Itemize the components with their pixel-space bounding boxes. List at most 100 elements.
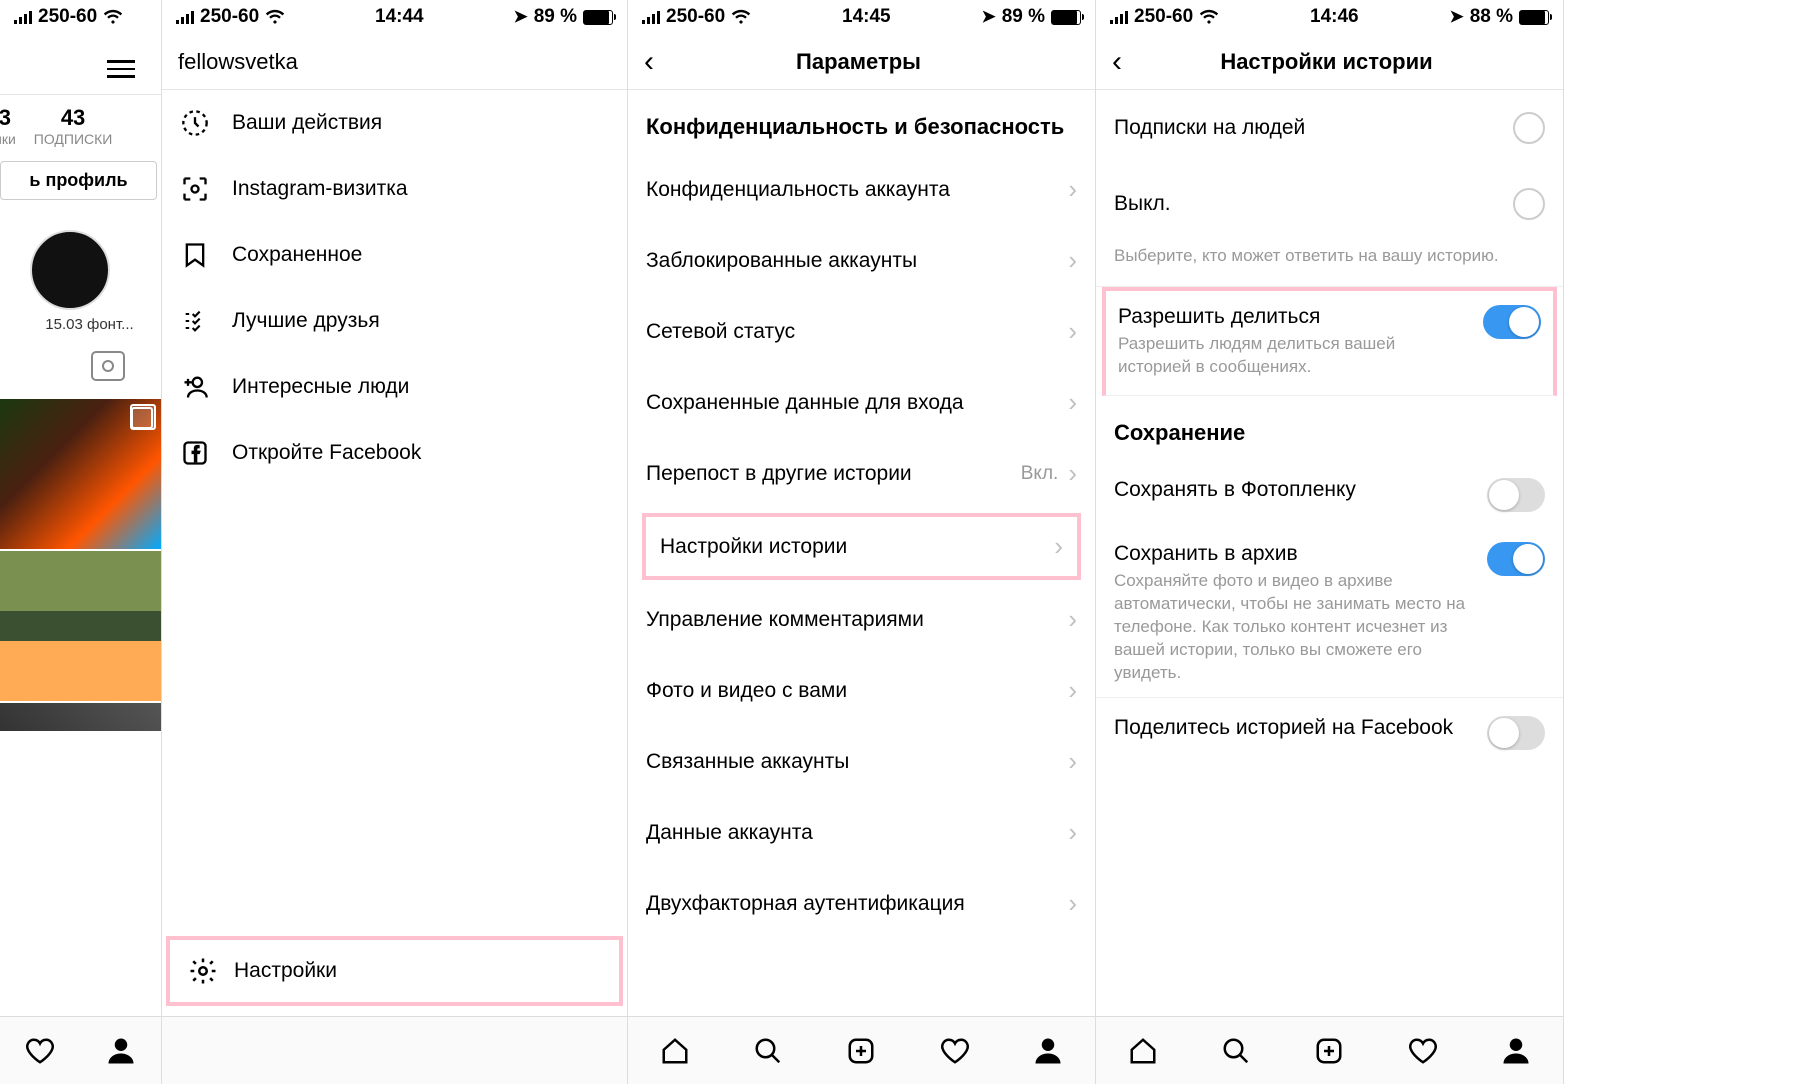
back-button[interactable]: ‹ — [644, 45, 654, 79]
menu-item-activity[interactable]: Ваши действия — [162, 90, 627, 156]
profile-screen-partial: 250-60 3ики 43ПОДПИСКИ ь профиль 15.03 ф… — [0, 0, 162, 1084]
setting-row-activity-status[interactable]: Сетевой статус› — [628, 296, 1095, 367]
wifi-icon — [265, 7, 285, 27]
menu-item-saved[interactable]: Сохраненное — [162, 222, 627, 288]
location-icon: ➤ — [513, 7, 527, 27]
back-button[interactable]: ‹ — [1112, 45, 1122, 79]
story-settings-screen: 250-60 14:46 ➤ 88 % ‹ Настройки истории … — [1096, 0, 1564, 1084]
save-to-camera-roll-row[interactable]: Сохранять в Фотопленку — [1096, 460, 1563, 524]
setting-row-account-data[interactable]: Данные аккаунта› — [628, 797, 1095, 868]
status-bar: 250-60 14:45 ➤ 89 % — [628, 0, 1095, 34]
chevron-right-icon: › — [1068, 245, 1077, 276]
profile-stats: 3ики 43ПОДПИСКИ — [0, 95, 161, 153]
hamburger-icon[interactable] — [91, 44, 151, 94]
wifi-icon — [731, 7, 751, 27]
right-edge-partial — [1564, 0, 1814, 1084]
wifi-icon — [103, 7, 123, 27]
signal-icon — [642, 10, 660, 24]
hint-text: Выберите, кто может ответить на вашу ист… — [1096, 242, 1563, 287]
setting-row-comments[interactable]: Управление комментариями› — [628, 584, 1095, 655]
menu-item-discover-people[interactable]: Интересные люди — [162, 354, 627, 420]
signal-icon — [176, 10, 194, 24]
settings-button[interactable]: Настройки — [166, 936, 623, 1006]
setting-row-blocked[interactable]: Заблокированные аккаунты› — [628, 225, 1095, 296]
share-to-facebook-row[interactable]: Поделитесь историей на Facebook — [1096, 698, 1563, 762]
home-tab-icon[interactable] — [659, 1035, 691, 1067]
chevron-right-icon: › — [1068, 174, 1077, 205]
story-highlight[interactable] — [30, 230, 110, 310]
gear-icon — [188, 956, 218, 986]
setting-row-photos-of-you[interactable]: Фото и видео с вами› — [628, 655, 1095, 726]
search-tab-icon[interactable] — [1220, 1035, 1252, 1067]
activity-tab-icon[interactable] — [24, 1035, 56, 1067]
setting-row-2fa[interactable]: Двухфакторная аутентификация› — [628, 868, 1095, 939]
save-archive-toggle[interactable] — [1487, 542, 1545, 576]
signal-icon — [14, 10, 32, 24]
battery-icon — [583, 10, 613, 25]
nav-header: fellowsvetka — [162, 34, 627, 90]
radio-row-off[interactable]: Выкл. — [1096, 166, 1563, 242]
chevron-right-icon: › — [1068, 817, 1077, 848]
location-icon: ➤ — [981, 7, 995, 27]
battery-icon — [1051, 10, 1081, 25]
carousel-icon — [131, 407, 153, 429]
allow-sharing-row[interactable]: Разрешить делиться Разрешить людям делит… — [1102, 287, 1557, 396]
radio-icon — [1513, 188, 1545, 220]
chevron-right-icon: › — [1068, 746, 1077, 777]
add-tab-icon[interactable] — [845, 1035, 877, 1067]
status-bar: 250-60 14:46 ➤ 88 % — [1096, 0, 1563, 34]
facebook-icon — [180, 438, 210, 468]
save-to-archive-row[interactable]: Сохранить в архив Сохраняйте фото и виде… — [1096, 524, 1563, 698]
location-icon: ➤ — [1449, 7, 1463, 27]
setting-row-reshare[interactable]: Перепост в другие историиВкл.› — [628, 438, 1095, 509]
tab-bar — [162, 1016, 627, 1084]
status-time: 14:46 — [1310, 6, 1359, 28]
chevron-right-icon: › — [1068, 888, 1077, 919]
post-thumbnail[interactable] — [0, 551, 161, 703]
activity-tab-icon[interactable] — [1407, 1035, 1439, 1067]
menu-item-close-friends[interactable]: Лучшие друзья — [162, 288, 627, 354]
activity-icon — [180, 108, 210, 138]
close-friends-icon — [180, 306, 210, 336]
tab-bar — [1096, 1016, 1563, 1084]
settings-screen: 250-60 14:45 ➤ 89 % ‹ Параметры Конфиден… — [628, 0, 1096, 1084]
nav-header: ‹ Настройки истории — [1096, 34, 1563, 90]
status-time: 14:44 — [375, 6, 424, 28]
setting-row-privacy[interactable]: Конфиденциальность аккаунта› — [628, 154, 1095, 225]
allow-sharing-toggle[interactable] — [1483, 305, 1541, 339]
setting-row-linked-accounts[interactable]: Связанные аккаунты› — [628, 726, 1095, 797]
menu-item-facebook[interactable]: Откройте Facebook — [162, 420, 627, 486]
battery-icon — [1519, 10, 1549, 25]
chevron-right-icon: › — [1068, 675, 1077, 706]
setting-row-story-settings[interactable]: Настройки истории› — [642, 513, 1081, 580]
nametag-icon — [180, 174, 210, 204]
post-thumbnail[interactable] — [0, 399, 161, 551]
chevron-right-icon: › — [1068, 316, 1077, 347]
add-tab-icon[interactable] — [1313, 1035, 1345, 1067]
radio-icon — [1513, 112, 1545, 144]
add-person-icon — [180, 372, 210, 402]
chevron-right-icon: › — [1068, 387, 1077, 418]
status-bar: 250-60 — [0, 0, 161, 34]
username-label: fellowsvetka — [178, 49, 298, 75]
setting-row-saved-login[interactable]: Сохраненные данные для входа› — [628, 367, 1095, 438]
edit-profile-button[interactable]: ь профиль — [0, 161, 157, 200]
search-tab-icon[interactable] — [752, 1035, 784, 1067]
post-thumbnail[interactable] — [0, 703, 161, 733]
activity-tab-icon[interactable] — [939, 1035, 971, 1067]
chevron-right-icon: › — [1068, 458, 1077, 489]
profile-tab-icon[interactable] — [1032, 1035, 1064, 1067]
radio-row-followers[interactable]: Подписки на людей — [1096, 90, 1563, 166]
tagged-tab-icon[interactable] — [91, 351, 125, 381]
section-header: Конфиденциальность и безопасность — [628, 90, 1095, 154]
tab-bar — [628, 1016, 1095, 1084]
page-title: Параметры — [674, 49, 1043, 75]
save-camera-toggle[interactable] — [1487, 478, 1545, 512]
profile-tab-icon[interactable] — [105, 1035, 137, 1067]
home-tab-icon[interactable] — [1127, 1035, 1159, 1067]
profile-tab-icon[interactable] — [1500, 1035, 1532, 1067]
share-fb-toggle[interactable] — [1487, 716, 1545, 750]
menu-item-nametag[interactable]: Instagram-визитка — [162, 156, 627, 222]
highlight-label: 15.03 фонт... — [18, 316, 161, 333]
bookmark-icon — [180, 240, 210, 270]
